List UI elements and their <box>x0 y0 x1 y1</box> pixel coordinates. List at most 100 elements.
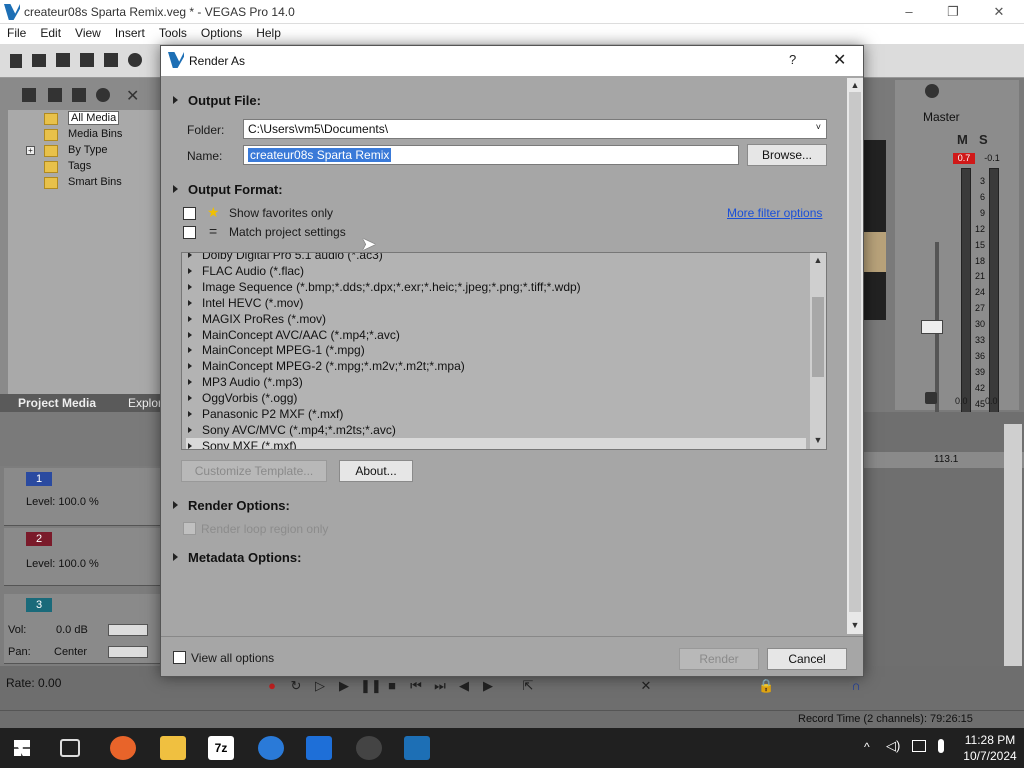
capture-icon[interactable] <box>48 88 62 102</box>
scroll-down-icon[interactable]: ▼ <box>810 435 826 445</box>
import-media-icon[interactable] <box>22 88 36 102</box>
menu-tools[interactable]: Tools <box>152 24 194 42</box>
format-item[interactable]: OggVorbis (*.ogg) <box>186 390 806 406</box>
format-item[interactable]: MainConcept AVC/AAC (*.mp4;*.avc) <box>186 327 806 343</box>
volume-tray-icon[interactable]: ◁) <box>886 738 900 754</box>
tree-item-smart-bins[interactable]: Smart Bins <box>44 176 122 189</box>
scroll-up-icon[interactable]: ▲ <box>810 255 826 265</box>
minimize-button[interactable]: – <box>894 2 924 22</box>
show-favorites-checkbox[interactable] <box>183 207 196 220</box>
output-format-section-header[interactable]: Output Format: <box>173 182 283 197</box>
dialog-scrollbar[interactable]: ▲ ▼ <box>847 78 863 634</box>
customize-template-button[interactable]: Customize Template... <box>181 460 327 482</box>
lock-icon[interactable]: 🔒 <box>758 678 774 694</box>
play-from-start-icon[interactable]: ▷ <box>312 678 328 694</box>
menu-view[interactable]: View <box>68 24 108 42</box>
loop-icon[interactable]: ↻ <box>288 678 304 694</box>
go-to-end-icon[interactable]: ⏭ <box>432 678 448 694</box>
chrome-icon[interactable] <box>258 736 284 760</box>
about-button[interactable]: About... <box>339 460 413 482</box>
cancel-button[interactable]: Cancel <box>767 648 847 670</box>
master-fader-knob[interactable] <box>921 320 943 334</box>
render-icon[interactable] <box>104 53 118 67</box>
volume-slider[interactable] <box>108 624 148 636</box>
track-header[interactable]: 1 Level: 100.0 % <box>4 468 160 526</box>
timeline-ruler[interactable]: 113.1 <box>862 452 1024 468</box>
maximize-button[interactable]: ❐ <box>938 2 968 22</box>
start-windows-icon[interactable] <box>14 740 30 756</box>
format-list-scrollbar[interactable]: ▲ ▼ <box>810 253 826 449</box>
menu-edit[interactable]: Edit <box>33 24 68 42</box>
menu-options[interactable]: Options <box>194 24 249 42</box>
name-input[interactable]: createur08s Sparta Remix <box>243 145 739 165</box>
track-header[interactable]: 3 Vol: 0.0 dB Pan: Center <box>4 594 160 664</box>
render-loop-checkbox[interactable] <box>183 522 196 535</box>
mixer-settings-icon[interactable] <box>925 84 939 98</box>
scroll-thumb[interactable] <box>812 297 824 377</box>
more-filter-options-link[interactable]: More filter options <box>727 206 822 220</box>
track-header[interactable]: 2 Level: 100.0 % <box>4 528 160 586</box>
tab-explorer[interactable]: Explor <box>128 396 162 410</box>
render-button[interactable]: Render <box>679 648 759 670</box>
mic-tray-icon[interactable] <box>938 739 944 753</box>
save-as-icon[interactable] <box>80 53 94 67</box>
format-item[interactable]: FLAC Audio (*.flac) <box>186 263 806 279</box>
format-item[interactable]: MainConcept MPEG-2 (*.mpg;*.m2v;*.m2t;*.… <box>186 358 806 374</box>
pause-icon[interactable]: ❚❚ <box>360 678 382 694</box>
save-icon[interactable] <box>56 53 70 67</box>
obs-icon[interactable] <box>356 736 382 760</box>
normal-edit-tool-icon[interactable]: ⇱ <box>520 678 536 694</box>
format-item[interactable]: Image Sequence (*.bmp;*.dds;*.dpx;*.exr;… <box>186 279 806 295</box>
lock-icon[interactable] <box>925 392 937 404</box>
match-project-checkbox[interactable] <box>183 226 196 239</box>
next-frame-icon[interactable]: ▶ <box>480 678 496 694</box>
format-item[interactable]: MainConcept MPEG-1 (*.mpg) <box>186 342 806 358</box>
taskbar-clock[interactable]: 11:28 PM 10/7/2024 <box>960 732 1020 764</box>
tree-item-by-type[interactable]: By Type <box>44 144 108 157</box>
folder-combo[interactable]: C:\Users\vm5\Documents\ ˅ <box>243 119 827 139</box>
scroll-up-icon[interactable]: ▲ <box>847 80 863 90</box>
stop-icon[interactable]: ■ <box>384 678 400 694</box>
dialog-scroll-thumb[interactable] <box>849 92 861 612</box>
render-options-section-header[interactable]: Render Options: <box>173 498 290 513</box>
open-folder-icon[interactable] <box>32 54 46 67</box>
file-explorer-icon[interactable] <box>160 736 186 760</box>
menu-file[interactable]: File <box>0 24 33 42</box>
snap-magnet-icon[interactable]: ∩ <box>848 678 864 694</box>
format-item[interactable]: Panasonic P2 MXF (*.mxf) <box>186 406 806 422</box>
scroll-down-icon[interactable]: ▼ <box>847 620 863 630</box>
browse-button[interactable]: Browse... <box>747 144 827 166</box>
pan-slider[interactable] <box>108 646 148 658</box>
tree-item-tags[interactable]: Tags <box>44 160 91 173</box>
vegas-taskbar-icon[interactable] <box>404 736 430 760</box>
menu-help[interactable]: Help <box>249 24 288 42</box>
app-icon[interactable] <box>306 736 332 760</box>
output-file-section-header[interactable]: Output File: <box>173 93 261 108</box>
task-view-icon[interactable] <box>60 739 80 757</box>
settings-gear-icon[interactable] <box>128 53 142 67</box>
format-item[interactable]: Dolby Digital Pro 5.1 audio (*.ac3) <box>186 253 806 263</box>
7zip-icon[interactable]: 7z <box>208 736 234 760</box>
solo-button[interactable]: S <box>979 132 988 147</box>
play-icon[interactable]: ▶ <box>336 678 352 694</box>
view-all-options-checkbox[interactable] <box>173 651 186 664</box>
format-item[interactable]: Intel HEVC (*.mov) <box>186 295 806 311</box>
mute-button[interactable]: M <box>957 132 968 147</box>
remove-icon[interactable]: ✕ <box>126 86 139 106</box>
go-to-start-icon[interactable]: ⏮ <box>408 678 424 694</box>
metadata-options-section-header[interactable]: Metadata Options: <box>173 550 301 565</box>
chevron-down-icon[interactable]: ˅ <box>816 122 821 132</box>
firefox-icon[interactable] <box>110 736 136 760</box>
tree-item-media-bins[interactable]: Media Bins <box>44 128 122 141</box>
help-button[interactable]: ? <box>789 52 796 67</box>
media-tree-expand-icon[interactable]: + <box>26 146 35 155</box>
new-file-icon[interactable] <box>10 54 22 68</box>
close-window-button[interactable]: ✕ <box>984 2 1014 22</box>
tab-project-media[interactable]: Project Media <box>18 396 96 410</box>
record-icon[interactable]: ● <box>264 678 280 694</box>
delete-icon[interactable]: ✕ <box>638 678 654 694</box>
network-tray-icon[interactable] <box>912 740 926 752</box>
prev-frame-icon[interactable]: ◀ <box>456 678 472 694</box>
dialog-close-button[interactable]: ✕ <box>833 50 846 70</box>
format-item[interactable]: Sony MXF (*.mxf) <box>186 437 806 449</box>
